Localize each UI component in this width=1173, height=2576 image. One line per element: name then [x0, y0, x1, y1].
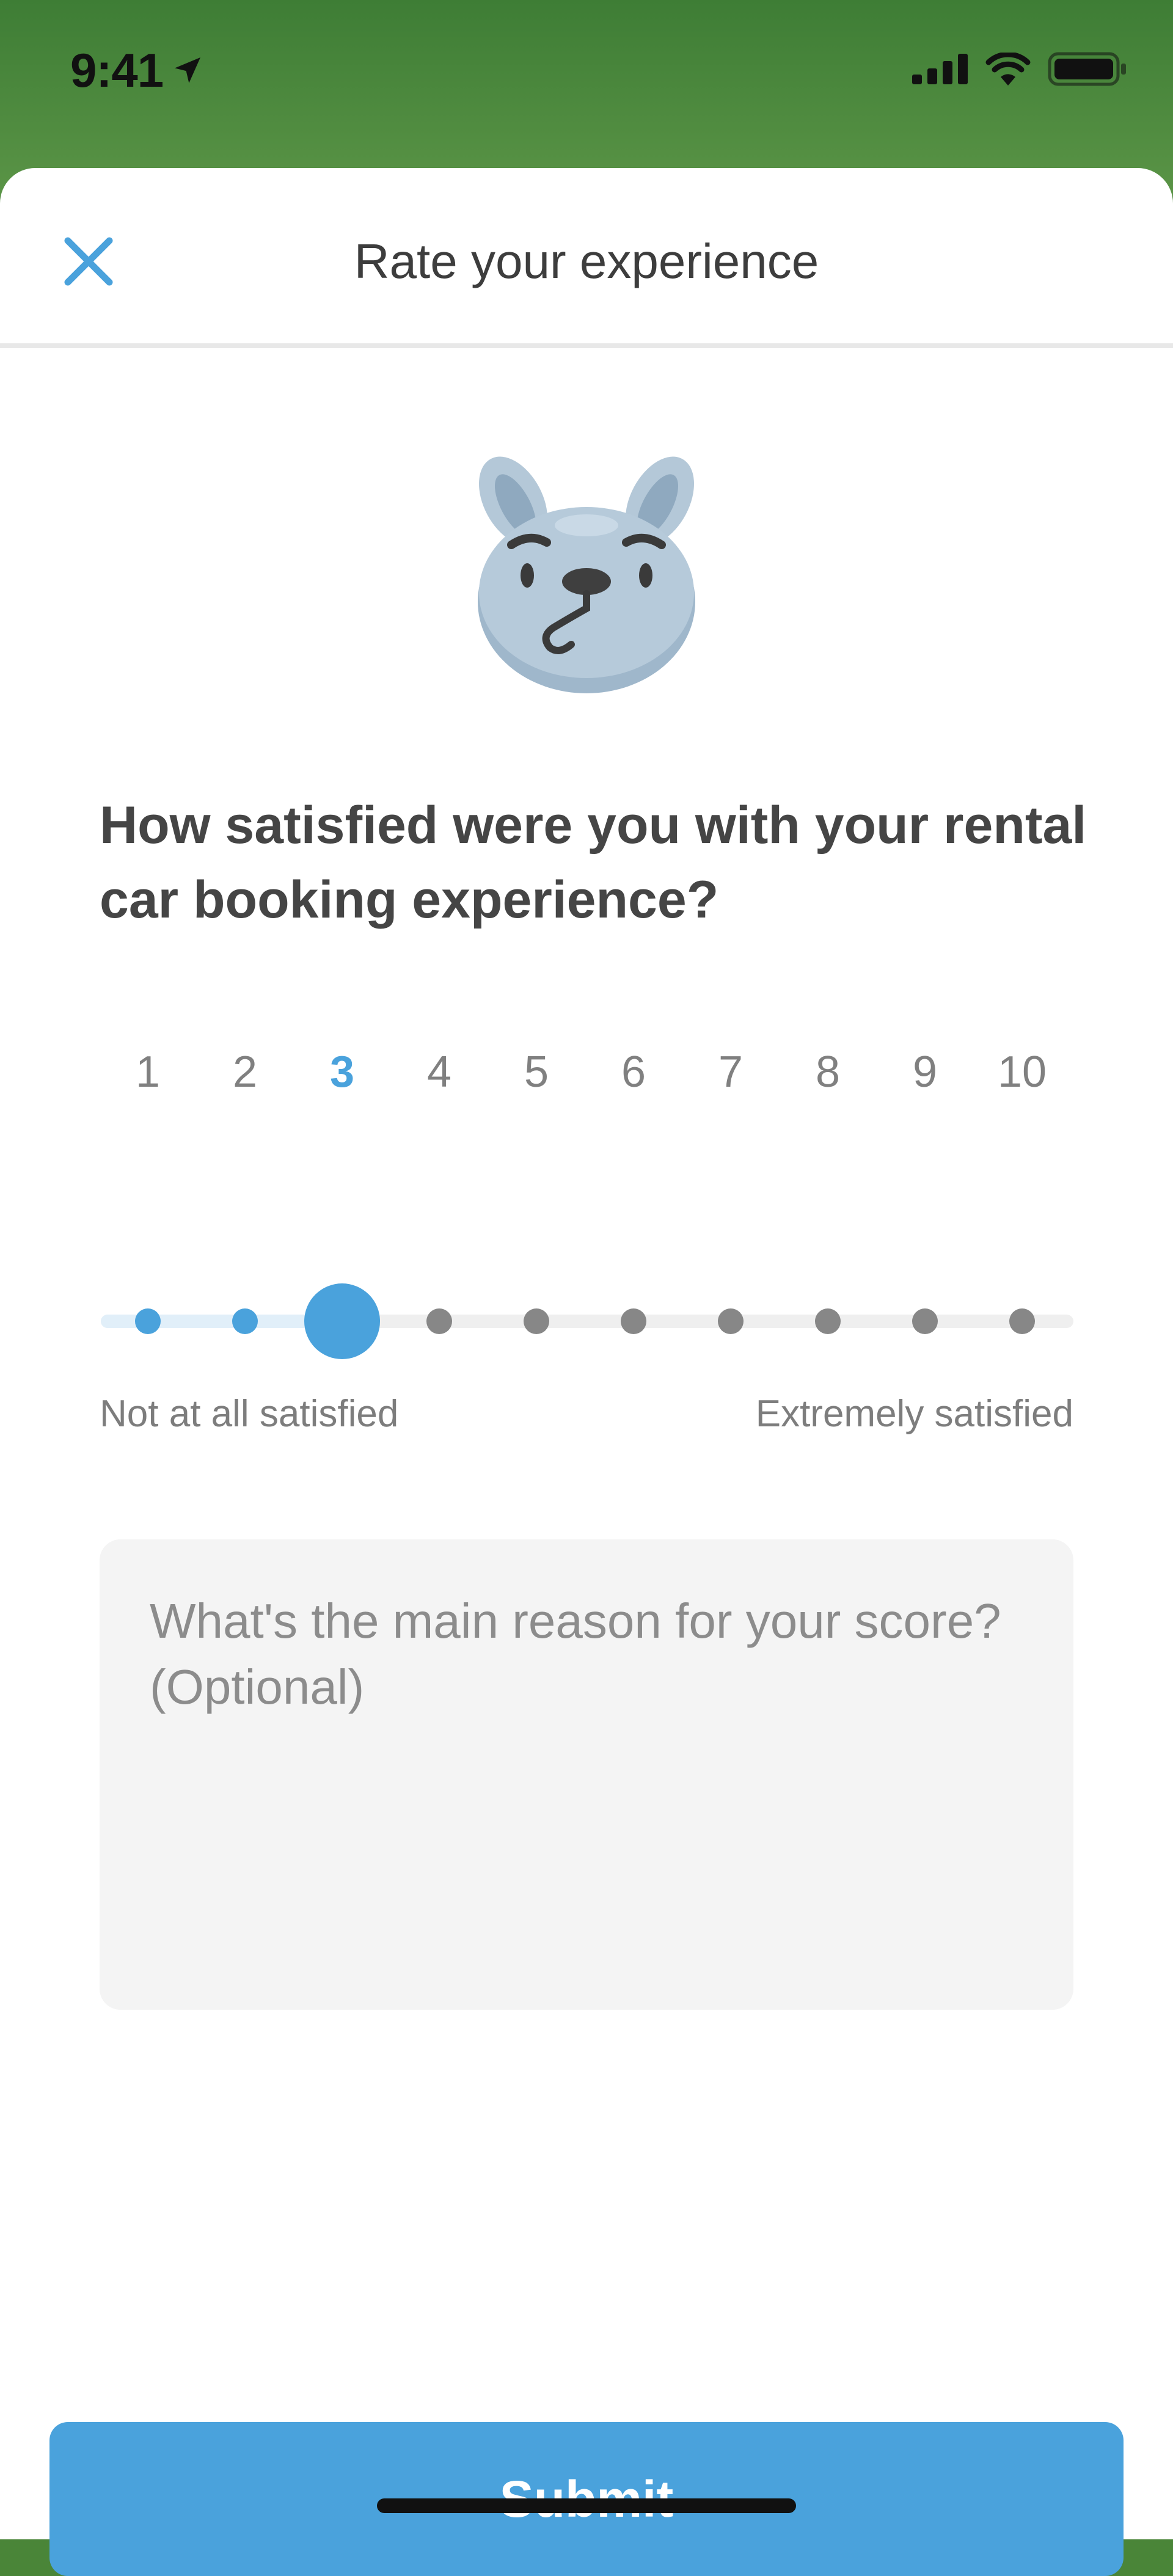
slider-dot-1[interactable]	[135, 1308, 161, 1334]
slider-dot-5[interactable]	[524, 1308, 549, 1334]
page-title: Rate your experience	[354, 234, 819, 288]
rating-option-3[interactable]: 3	[305, 1042, 379, 1103]
home-indicator	[377, 2498, 796, 2513]
rating-option-2[interactable]: 2	[208, 1042, 282, 1103]
slider-thumb[interactable]	[304, 1283, 380, 1359]
status-time-group: 9:41	[70, 40, 205, 101]
survey-question: How satisfied were you with your rental …	[100, 796, 1087, 929]
sheet-header: Rate your experience	[0, 168, 1173, 348]
slider-dot-9[interactable]	[912, 1308, 938, 1334]
rating-option-10[interactable]: 10	[985, 1042, 1059, 1103]
rating-option-1[interactable]: 1	[111, 1042, 185, 1103]
battery-icon	[1048, 52, 1126, 86]
rating-option-7[interactable]: 7	[694, 1042, 767, 1103]
status-time: 9:41	[70, 43, 164, 97]
status-icons	[912, 52, 1127, 86]
min-rating-label: Not at all satisfied	[100, 1393, 399, 1435]
wifi-icon	[985, 53, 1031, 86]
rating-scale-labels: Not at all satisfied Extremely satisfied	[100, 1384, 1073, 1445]
rating-option-4[interactable]: 4	[403, 1042, 476, 1103]
slider-dot-8[interactable]	[815, 1308, 841, 1334]
slider-dot-10[interactable]	[1009, 1308, 1035, 1334]
cellular-signal-icon	[912, 54, 968, 84]
rating-option-6[interactable]: 6	[597, 1042, 670, 1103]
slider-dot-6[interactable]	[621, 1308, 646, 1334]
location-arrow-icon	[175, 57, 201, 83]
rating-slider[interactable]	[0, 1283, 1173, 1365]
rating-option-9[interactable]: 9	[888, 1042, 962, 1103]
reason-input[interactable]	[100, 1539, 1073, 2010]
rating-scale-numbers: 1 2 3 4 5 6 7 8 9 10	[0, 1042, 1173, 1103]
slider-dot-4[interactable]	[426, 1308, 452, 1334]
status-bar: 9:41	[0, 0, 1173, 195]
confused-bunny-mascot	[478, 456, 695, 693]
rating-option-8[interactable]: 8	[791, 1042, 864, 1103]
rating-option-5[interactable]: 5	[500, 1042, 573, 1103]
slider-dot-7[interactable]	[718, 1308, 744, 1334]
slider-dot-2[interactable]	[232, 1308, 258, 1334]
max-rating-label: Extremely satisfied	[755, 1393, 1073, 1435]
rating-sheet: Rate your experience How satisfied were …	[0, 168, 1173, 2576]
